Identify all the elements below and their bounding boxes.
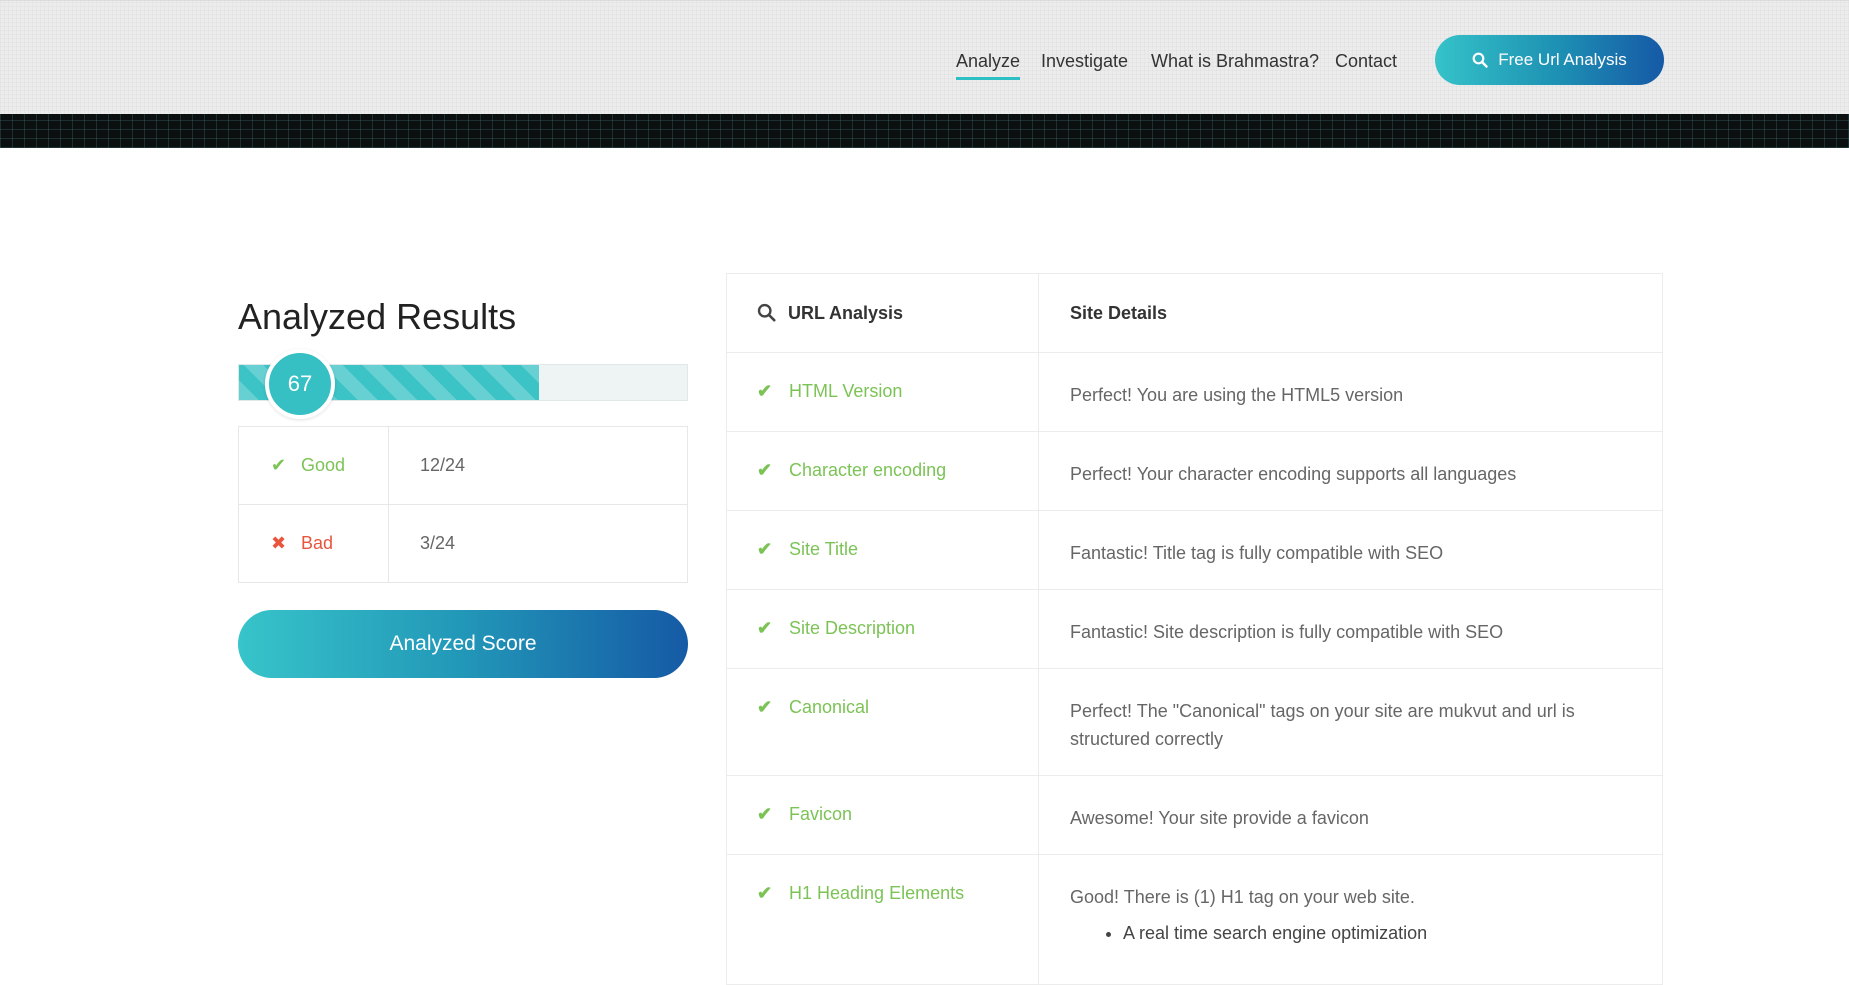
check-name: Canonical xyxy=(789,697,870,717)
nav-analyze[interactable]: Analyze xyxy=(956,48,1021,80)
stat-good-label: Good xyxy=(301,455,346,475)
cross-icon: ✖ xyxy=(271,533,287,553)
analysis-header-row: URL Analysis Site Details xyxy=(726,273,1663,353)
table-row: ✔ Character encoding Perfect! Your charac… xyxy=(726,431,1663,511)
check-name: Site Title xyxy=(789,539,859,559)
check-name: Character encoding xyxy=(789,460,947,480)
stat-bad-value: 3/24 xyxy=(388,504,688,583)
results-stats-table: ✔ Good 12/24 ✖ Bad 3/24 xyxy=(238,426,688,583)
stat-row-good: ✔ Good 12/24 xyxy=(238,426,688,505)
url-analysis-header-label: URL Analysis xyxy=(788,302,904,323)
check-icon: ✔ xyxy=(757,460,773,480)
stat-row-bad: ✖ Bad 3/24 xyxy=(238,504,688,583)
check-icon: ✔ xyxy=(757,804,773,824)
check-detail: Perfect! You are using the HTML5 version xyxy=(1038,352,1663,432)
search-icon xyxy=(757,303,776,322)
results-title: Analyzed Results xyxy=(238,296,517,337)
free-url-analysis-button[interactable]: Free Url Analysis xyxy=(1435,35,1664,85)
nav-what-is-brahmastra[interactable]: What is Brahmastra? xyxy=(1151,48,1319,74)
url-analysis-header: URL Analysis xyxy=(726,273,1039,353)
check-name: Favicon xyxy=(789,804,853,824)
table-row: ✔ Site Title Fantastic! Title tag is full… xyxy=(726,510,1663,590)
check-icon: ✔ xyxy=(757,539,773,559)
table-row: ✔ HTML Version Perfect! You are using the… xyxy=(726,352,1663,432)
check-icon: ✔ xyxy=(757,381,773,401)
nav-contact[interactable]: Contact xyxy=(1335,48,1397,74)
list-item: A real time search engine optimization xyxy=(1123,921,1622,945)
table-row: ✔ Favicon Awesome! Your site provide a fa… xyxy=(726,775,1663,855)
nav-investigate[interactable]: Investigate xyxy=(1041,48,1128,74)
check-detail: Fantastic! Site description is fully com… xyxy=(1038,589,1663,669)
check-name: HTML Version xyxy=(789,381,903,401)
check-icon: ✔ xyxy=(757,883,773,903)
site-details-header: Site Details xyxy=(1038,273,1663,353)
detail-bullet-list: A real time search engine optimization xyxy=(1070,921,1622,945)
table-row: ✔ Canonical Perfect! The "Canonical" tags… xyxy=(726,668,1663,776)
check-detail: Perfect! Your character encoding support… xyxy=(1038,431,1663,511)
score-badge: 67 xyxy=(265,349,335,419)
check-name: Site Description xyxy=(789,618,916,638)
check-detail: Fantastic! Title tag is fully compatible… xyxy=(1038,510,1663,590)
stat-good-value: 12/24 xyxy=(388,426,688,505)
check-name: H1 Heading Elements xyxy=(789,883,965,903)
analyzed-score-button[interactable]: Analyzed Score xyxy=(238,610,688,678)
check-detail: Good! There is (1) H1 tag on your web si… xyxy=(1070,887,1415,907)
table-row: ✔ H1 Heading Elements Good! There is (1) … xyxy=(726,854,1663,985)
free-url-analysis-label: Free Url Analysis xyxy=(1498,50,1627,69)
check-icon: ✔ xyxy=(757,697,773,717)
stat-bad-label: Bad xyxy=(301,533,334,553)
search-icon xyxy=(1472,52,1488,68)
stat-bad-label-cell: ✖ Bad xyxy=(238,504,389,583)
check-icon: ✔ xyxy=(757,618,773,638)
stat-good-label-cell: ✔ Good xyxy=(238,426,389,505)
header-pattern-band xyxy=(0,114,1849,148)
check-detail: Awesome! Your site provide a favicon xyxy=(1038,775,1663,855)
check-icon: ✔ xyxy=(271,455,287,475)
url-analysis-table: URL Analysis Site Details ✔ HTML Version … xyxy=(726,273,1663,985)
table-row: ✔ Site Description Fantastic! Site descri… xyxy=(726,589,1663,669)
check-detail: Perfect! The "Canonical" tags on your si… xyxy=(1038,668,1663,776)
